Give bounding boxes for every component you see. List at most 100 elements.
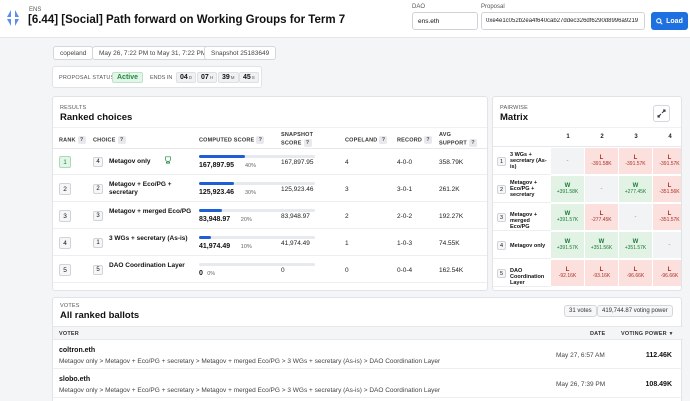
- votes-section-label: VOTES: [60, 303, 80, 309]
- matrix-column-header: 4: [668, 134, 672, 140]
- matrix-column-header: 2: [600, 134, 604, 140]
- rank-badge: 3: [59, 210, 71, 222]
- help-icon[interactable]: ?: [77, 136, 86, 144]
- matrix-cell: L -351.57K: [653, 204, 681, 231]
- col-snapshot-score: SNAPSHOT SCORE?: [281, 132, 314, 147]
- rank-badge: 4: [59, 237, 71, 249]
- record: 3-0-1: [397, 186, 413, 193]
- help-icon[interactable]: ?: [469, 139, 477, 147]
- col-date: DATE: [590, 331, 606, 337]
- matrix-cell: L -391.57K: [653, 148, 681, 175]
- proposal-input[interactable]: [481, 12, 645, 30]
- rank-badge: 1: [59, 156, 71, 168]
- matrix-row-number: 1: [497, 157, 506, 166]
- expand-button[interactable]: [653, 105, 670, 122]
- matrix-row-name: 3 WGs + secretary (As-is): [510, 152, 547, 170]
- ballot-row: coltron.eth Metagov only > Metagov + Eco/…: [53, 340, 683, 369]
- voter-name[interactable]: slobo.eth: [59, 376, 90, 383]
- matrix-cell-value: -391.58K: [591, 161, 612, 167]
- matrix-row-number: 4: [497, 241, 506, 250]
- record: 0-0-4: [397, 267, 413, 274]
- matrix-cell-value: -391.57K: [625, 161, 646, 167]
- col-record: RECORD?: [397, 136, 433, 144]
- page-title: [6.44] [Social] Path forward on Working …: [28, 14, 346, 26]
- help-icon[interactable]: ?: [117, 136, 126, 144]
- votes-count-chip: 31 votes: [564, 305, 597, 317]
- matrix-cell: W +351.57K: [619, 232, 653, 259]
- ends-in-label: ENDS IN: [150, 75, 173, 81]
- matrix-row-label: 5 DAO Coordination Layer: [493, 260, 551, 287]
- computed-score: 167,897.95: [199, 162, 235, 169]
- matrix-cell: -: [551, 148, 585, 175]
- load-button[interactable]: Load: [651, 12, 688, 30]
- avg-support: 74.55K: [439, 240, 460, 247]
- avg-support: 162.54K: [439, 267, 464, 274]
- copeland-score: 2: [345, 213, 349, 220]
- choice-number: 3: [93, 211, 103, 221]
- dao-input[interactable]: [412, 12, 478, 30]
- results-section-label: RESULTS: [60, 105, 87, 111]
- ranked-choices-card: RESULTS Ranked choices RANK? CHOICE? COM…: [52, 96, 488, 291]
- matrix-cell-result: -: [600, 186, 603, 192]
- avg-support: 261.2K: [439, 186, 460, 193]
- matrix-cell: W +391.57K: [551, 232, 585, 259]
- record: 1-0-3: [397, 240, 413, 247]
- vote-date: May 27, 6:57 AM: [556, 352, 605, 359]
- matrix-cell: L -391.58K: [585, 148, 619, 175]
- results-row: 1 4 Metagov only 167,897.95 40% 167,897.95 4 4-…: [53, 149, 487, 175]
- help-icon[interactable]: ?: [303, 139, 312, 147]
- matrix-row-name: Metagov only: [510, 243, 546, 249]
- choice-number: 1: [93, 238, 103, 248]
- matrix-row-number: 3: [497, 213, 506, 222]
- score-percent: 20%: [240, 217, 252, 223]
- results-table-header: RANK? CHOICE? COMPUTED SCORE? SNAPSHOT SC…: [53, 127, 487, 149]
- matrix-cell-value: -277.45K: [591, 217, 612, 223]
- voting-power-chip: 419,744.87 voting power: [597, 305, 673, 317]
- dao-field-label: DAO: [412, 4, 426, 10]
- score-bar: [199, 263, 315, 266]
- expand-icon: [657, 109, 666, 118]
- col-choice: CHOICE?: [93, 136, 126, 144]
- voter-name[interactable]: coltron.eth: [59, 347, 95, 354]
- matrix-cell: L -96.66K: [653, 260, 681, 287]
- col-voting-power: VOTING POWER ▼: [621, 331, 674, 337]
- matrix-cell: W +391.58K: [551, 176, 585, 203]
- trophy-icon: [165, 156, 171, 164]
- help-icon[interactable]: ?: [256, 136, 265, 144]
- choice-name: DAO Coordination Layer: [109, 262, 185, 269]
- computed-score: 41,974.49: [199, 243, 231, 250]
- countdown-minutes: 39 M: [218, 72, 239, 83]
- matrix-cell-result: -: [566, 158, 569, 164]
- matrix-row-label: 3 Metagov + merged Eco/PG: [493, 204, 551, 231]
- matrix-cell: W +277.45K: [619, 176, 653, 203]
- matrix-cell-value: -93.16K: [592, 273, 611, 279]
- results-row: 4 1 3 WGs + secretary (As-is) 41,974.49 10% 4…: [53, 230, 487, 256]
- score-bar: [199, 182, 315, 185]
- matrix-cell-value: +351.57K: [624, 245, 647, 251]
- matrix-row-label: 2 Metagov + Eco/PG + secretary: [493, 176, 551, 203]
- help-icon[interactable]: ?: [424, 136, 433, 144]
- choice-name: Metagov + Eco/PG + secretary: [109, 181, 172, 196]
- results-title: Ranked choices: [60, 112, 133, 123]
- dao-name-label: ENS: [29, 7, 42, 13]
- status-label: PROPOSAL STATUS: [59, 75, 115, 81]
- matrix-cell-result: -: [634, 214, 637, 220]
- choice-number: 5: [93, 265, 103, 275]
- col-copeland: COPELAND?: [345, 136, 388, 144]
- score-percent: 10%: [240, 244, 252, 250]
- matrix-cell: L -351.56K: [653, 176, 681, 203]
- choice-number: 2: [93, 184, 103, 194]
- matrix-cell-value: -351.57K: [659, 217, 680, 223]
- matrix-cell: L -96.66K: [619, 260, 653, 287]
- ballot-ranking: Metagov only > Metagov + Eco/PG + secret…: [59, 387, 441, 394]
- score-bar: [199, 209, 315, 212]
- col-voter: VOTER: [59, 331, 79, 337]
- ballot-ranking: Metagov only > Metagov + Eco/PG + secret…: [59, 358, 441, 365]
- snapshot-score: 0: [281, 267, 285, 274]
- ballot-row: slobo.eth Metagov only > Metagov + Eco/PG…: [53, 369, 683, 398]
- help-icon[interactable]: ?: [379, 136, 388, 144]
- vote-date: May 26, 7:39 PM: [556, 381, 606, 388]
- matrix-cell-result: -: [668, 242, 671, 248]
- matrix-section-label: PAIRWISE: [500, 105, 528, 111]
- col-avg-support: AVG SUPPORT?: [439, 132, 477, 147]
